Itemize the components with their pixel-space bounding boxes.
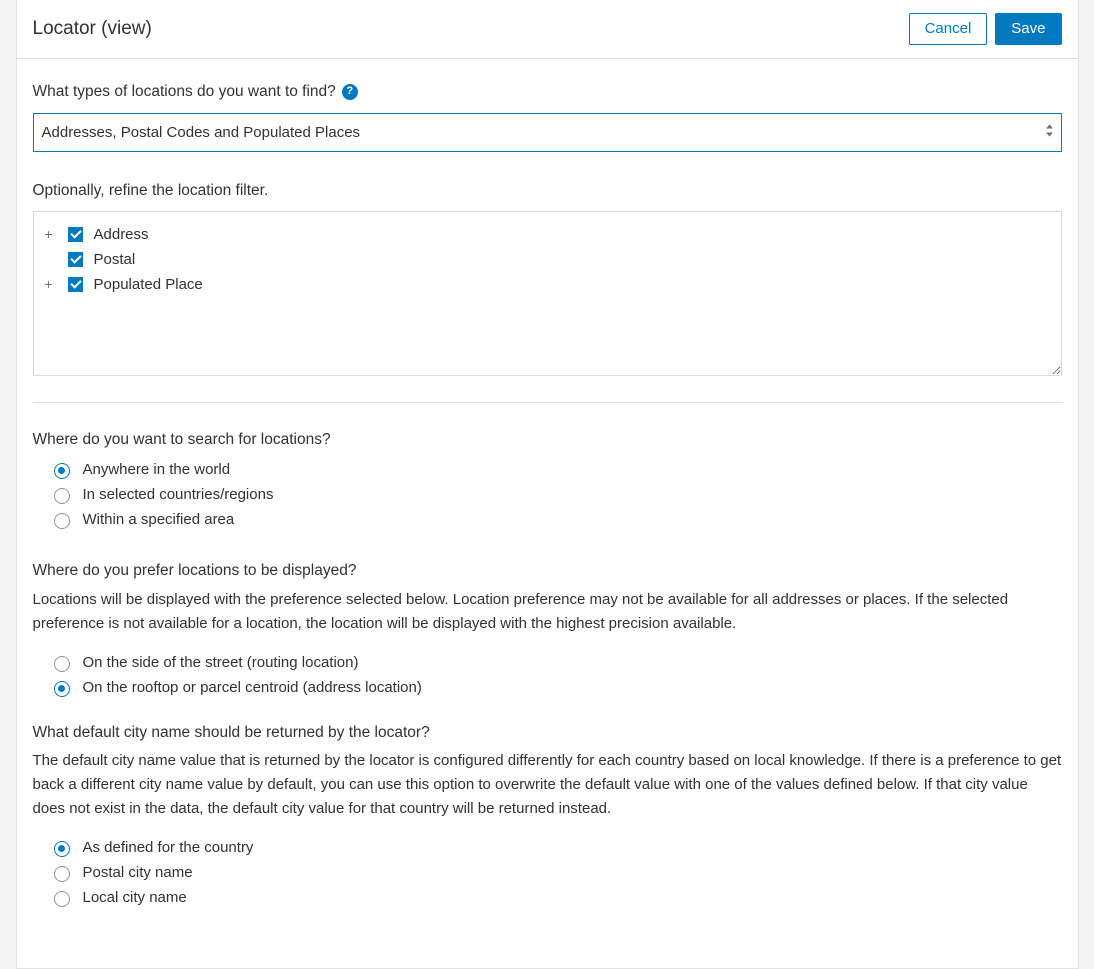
city-name-group: As defined for the country Postal city n… bbox=[49, 835, 1062, 910]
filter-label: Postal bbox=[94, 249, 136, 270]
radio-label: Within a specified area bbox=[83, 509, 235, 530]
display-pref-group: On the side of the street (routing locat… bbox=[49, 650, 1062, 700]
radio-row-street[interactable]: On the side of the street (routing locat… bbox=[49, 650, 1062, 675]
expand-icon[interactable]: + bbox=[42, 275, 56, 295]
radio-countries[interactable] bbox=[54, 488, 70, 504]
filter-label: Populated Place bbox=[94, 274, 203, 295]
radio-label: On the rooftop or parcel centroid (addre… bbox=[83, 677, 422, 698]
save-button[interactable]: Save bbox=[995, 13, 1061, 45]
city-name-question: What default city name should be returne… bbox=[33, 722, 1062, 744]
city-name-description: The default city name value that is retu… bbox=[33, 749, 1062, 821]
divider bbox=[33, 402, 1062, 403]
location-types-select-wrap: Addresses, Postal Codes and Populated Pl… bbox=[33, 113, 1062, 152]
radio-row-anywhere[interactable]: Anywhere in the world bbox=[49, 457, 1062, 482]
display-pref-description: Locations will be displayed with the pre… bbox=[33, 588, 1062, 636]
filter-row-address: + Address bbox=[42, 222, 1053, 247]
radio-area[interactable] bbox=[54, 513, 70, 529]
radio-row-area[interactable]: Within a specified area bbox=[49, 507, 1062, 532]
radio-label: Anywhere in the world bbox=[83, 459, 231, 480]
cancel-button[interactable]: Cancel bbox=[909, 13, 988, 45]
radio-postal-city[interactable] bbox=[54, 866, 70, 882]
help-icon[interactable]: ? bbox=[342, 84, 358, 100]
panel-title: Locator (view) bbox=[33, 16, 152, 43]
filter-row-postal: Postal bbox=[42, 247, 1053, 272]
display-pref-question: Where do you prefer locations to be disp… bbox=[33, 560, 1062, 582]
filter-row-populated-place: + Populated Place bbox=[42, 272, 1053, 297]
location-types-question: What types of locations do you want to f… bbox=[33, 81, 336, 103]
radio-row-postal-city[interactable]: Postal city name bbox=[49, 860, 1062, 885]
radio-rooftop[interactable] bbox=[54, 681, 70, 697]
radio-label: In selected countries/regions bbox=[83, 484, 274, 505]
checkbox-address[interactable] bbox=[68, 227, 83, 242]
refine-label: Optionally, refine the location filter. bbox=[33, 180, 1062, 202]
search-scope-question: Where do you want to search for location… bbox=[33, 429, 1062, 451]
radio-country-default[interactable] bbox=[54, 841, 70, 857]
radio-label: As defined for the country bbox=[83, 837, 254, 858]
locator-view-panel: Locator (view) Cancel Save What types of… bbox=[16, 0, 1079, 969]
radio-row-country-default[interactable]: As defined for the country bbox=[49, 835, 1062, 860]
location-types-label: What types of locations do you want to f… bbox=[33, 81, 1062, 103]
radio-label: Local city name bbox=[83, 887, 187, 908]
checkbox-populated-place[interactable] bbox=[68, 277, 83, 292]
radio-row-local-city[interactable]: Local city name bbox=[49, 885, 1062, 910]
location-types-select[interactable]: Addresses, Postal Codes and Populated Pl… bbox=[33, 113, 1062, 152]
header-buttons: Cancel Save bbox=[909, 13, 1062, 45]
radio-anywhere[interactable] bbox=[54, 463, 70, 479]
radio-street[interactable] bbox=[54, 656, 70, 672]
search-scope-group: Anywhere in the world In selected countr… bbox=[49, 457, 1062, 532]
checkbox-postal[interactable] bbox=[68, 252, 83, 267]
radio-row-rooftop[interactable]: On the rooftop or parcel centroid (addre… bbox=[49, 675, 1062, 700]
expand-icon[interactable]: + bbox=[42, 225, 56, 245]
panel-header: Locator (view) Cancel Save bbox=[17, 0, 1078, 59]
radio-row-countries[interactable]: In selected countries/regions bbox=[49, 482, 1062, 507]
radio-local-city[interactable] bbox=[54, 891, 70, 907]
panel-body: What types of locations do you want to f… bbox=[17, 59, 1078, 968]
radio-label: Postal city name bbox=[83, 862, 193, 883]
radio-label: On the side of the street (routing locat… bbox=[83, 652, 359, 673]
refine-filter-box: + Address Postal + Populated Place bbox=[33, 211, 1062, 376]
filter-label: Address bbox=[94, 224, 149, 245]
